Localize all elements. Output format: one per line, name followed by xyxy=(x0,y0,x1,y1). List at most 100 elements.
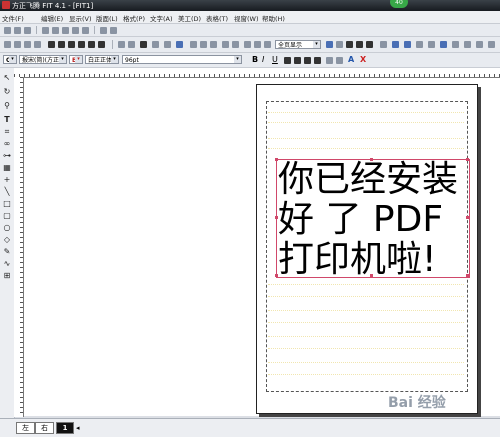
help-icon[interactable] xyxy=(488,41,495,48)
rotate-icon[interactable]: ↻ xyxy=(3,88,11,96)
menu-layout[interactable]: 版面(L) xyxy=(96,13,118,23)
open-doc-icon[interactable] xyxy=(128,41,135,48)
diamond-tool-icon[interactable]: ◇ xyxy=(3,236,11,244)
grid-icon[interactable] xyxy=(98,41,105,48)
indent-icon[interactable] xyxy=(326,57,333,64)
crop-icon[interactable]: ⌗ xyxy=(3,128,11,136)
guides-icon[interactable] xyxy=(346,41,353,48)
new-doc-icon[interactable] xyxy=(118,41,125,48)
current-page-button[interactable]: 1 xyxy=(56,422,74,434)
menu-art[interactable]: 美工(D) xyxy=(178,13,201,23)
properties-icon[interactable] xyxy=(476,41,483,48)
justify-right-icon[interactable] xyxy=(68,41,75,48)
font-en-letter[interactable]: E ▾ xyxy=(69,55,83,64)
menu-view[interactable]: 显示(V) xyxy=(69,13,92,23)
page-next-icon[interactable]: ◂ xyxy=(76,424,80,432)
layer-icon[interactable] xyxy=(380,41,387,48)
zoom-in-icon[interactable] xyxy=(244,41,251,48)
tab-right-page[interactable]: 右 xyxy=(35,422,54,434)
menu-file[interactable]: 文件(F) xyxy=(2,13,24,23)
zoom-tool-icon[interactable]: ⚲ xyxy=(3,102,11,110)
tab-left-page[interactable]: 左 xyxy=(16,422,35,434)
justify-center-icon[interactable] xyxy=(58,41,65,48)
menu-format[interactable]: 格式(P) xyxy=(123,13,145,23)
menu-help[interactable]: 帮助(H) xyxy=(262,13,285,23)
grid-tool-icon[interactable]: ⊞ xyxy=(3,272,11,280)
image-icon[interactable] xyxy=(428,41,435,48)
import-icon[interactable] xyxy=(152,41,159,48)
color-icon[interactable] xyxy=(452,41,459,48)
view-table-icon[interactable] xyxy=(336,41,343,48)
delete-icon[interactable]: X xyxy=(360,55,366,64)
zoom-select[interactable]: 全页显示 ▾ xyxy=(275,40,321,49)
outdent-icon[interactable] xyxy=(336,57,343,64)
align-left-text-icon[interactable] xyxy=(284,57,291,64)
print-icon[interactable] xyxy=(100,27,107,34)
cut-doc-icon[interactable] xyxy=(190,41,197,48)
paste-icon[interactable] xyxy=(62,27,69,34)
chain-icon[interactable]: ⊶ xyxy=(3,152,11,160)
bold-button[interactable]: B xyxy=(252,55,258,64)
new-icon[interactable] xyxy=(4,27,11,34)
text-tool-icon[interactable]: T xyxy=(3,116,11,124)
pdf-icon[interactable] xyxy=(176,41,183,48)
align-center-text-icon[interactable] xyxy=(294,57,301,64)
bezier-tool-icon[interactable]: ∿ xyxy=(3,260,11,268)
document-text[interactable]: 你已经安装 好 了 PDF 打印机啦! xyxy=(278,160,468,280)
zoom-out-icon[interactable] xyxy=(254,41,261,48)
title-bar: 方正飞腾 FIT 4.1 - [FIT1] 40 xyxy=(0,0,500,11)
style-select[interactable]: C ▾ xyxy=(3,55,17,64)
distribute-icon[interactable] xyxy=(34,41,41,48)
align-left-icon[interactable] xyxy=(4,41,11,48)
cross-icon[interactable]: + xyxy=(3,176,11,184)
text-flow-icon[interactable] xyxy=(416,41,423,48)
print-doc-icon[interactable] xyxy=(164,41,171,48)
menu-table[interactable]: 表格(T) xyxy=(206,13,228,23)
justify-left-icon[interactable] xyxy=(48,41,55,48)
redo-doc-icon[interactable] xyxy=(232,41,239,48)
ellipse-tool-icon[interactable]: ○ xyxy=(3,224,11,232)
page-icon[interactable] xyxy=(392,41,399,48)
master-page-icon[interactable] xyxy=(404,41,411,48)
align-right-icon[interactable] xyxy=(24,41,31,48)
menu-text[interactable]: 文字(A) xyxy=(150,13,173,23)
redo-icon[interactable] xyxy=(82,27,89,34)
view-grid-icon[interactable] xyxy=(326,41,333,48)
copy-icon[interactable] xyxy=(52,27,59,34)
paste-doc-icon[interactable] xyxy=(210,41,217,48)
font-en-select[interactable]: 白正正体 ▾ xyxy=(85,55,119,64)
grid-line xyxy=(268,112,464,113)
open-icon[interactable] xyxy=(14,27,21,34)
undo-doc-icon[interactable] xyxy=(222,41,229,48)
crosshair-icon[interactable] xyxy=(356,41,363,48)
save-doc-icon[interactable] xyxy=(140,41,147,48)
align-center-icon[interactable] xyxy=(14,41,21,48)
pen-tool-icon[interactable]: ✎ xyxy=(3,248,11,256)
italic-button[interactable]: I xyxy=(262,55,264,64)
font-size-field[interactable]: 96pt ▾ xyxy=(122,55,242,64)
rectangle-tool-icon[interactable]: □ xyxy=(3,200,11,208)
menu-window[interactable]: 视窗(W) xyxy=(234,13,259,23)
underline-button[interactable]: U xyxy=(272,55,278,64)
swatch-icon[interactable] xyxy=(464,41,471,48)
align-right-text-icon[interactable] xyxy=(304,57,311,64)
menu-edit[interactable]: 编辑(E) xyxy=(41,13,63,23)
hand-icon[interactable] xyxy=(264,41,271,48)
preview-icon[interactable] xyxy=(110,27,117,34)
link-icon[interactable] xyxy=(440,41,447,48)
table-tool-icon[interactable]: ▦ xyxy=(3,164,11,172)
save-icon[interactable] xyxy=(24,27,31,34)
rounded-rect-tool-icon[interactable]: ▢ xyxy=(3,212,11,220)
line-tool-icon[interactable]: ╲ xyxy=(3,188,11,196)
select-arrow-icon[interactable]: ↖ xyxy=(3,74,11,82)
undo-icon[interactable] xyxy=(72,27,79,34)
font-color-icon[interactable]: A xyxy=(348,55,354,64)
copy-doc-icon[interactable] xyxy=(200,41,207,48)
cut-icon[interactable] xyxy=(42,27,49,34)
columns-icon[interactable] xyxy=(88,41,95,48)
justify-full-icon[interactable] xyxy=(78,41,85,48)
link-tool-icon[interactable]: ∞ xyxy=(3,140,11,148)
ruler-icon[interactable] xyxy=(366,41,373,48)
align-justify-text-icon[interactable] xyxy=(314,57,321,64)
font-cn-select[interactable]: 报宋(简)(方正) ▾ xyxy=(19,55,67,64)
